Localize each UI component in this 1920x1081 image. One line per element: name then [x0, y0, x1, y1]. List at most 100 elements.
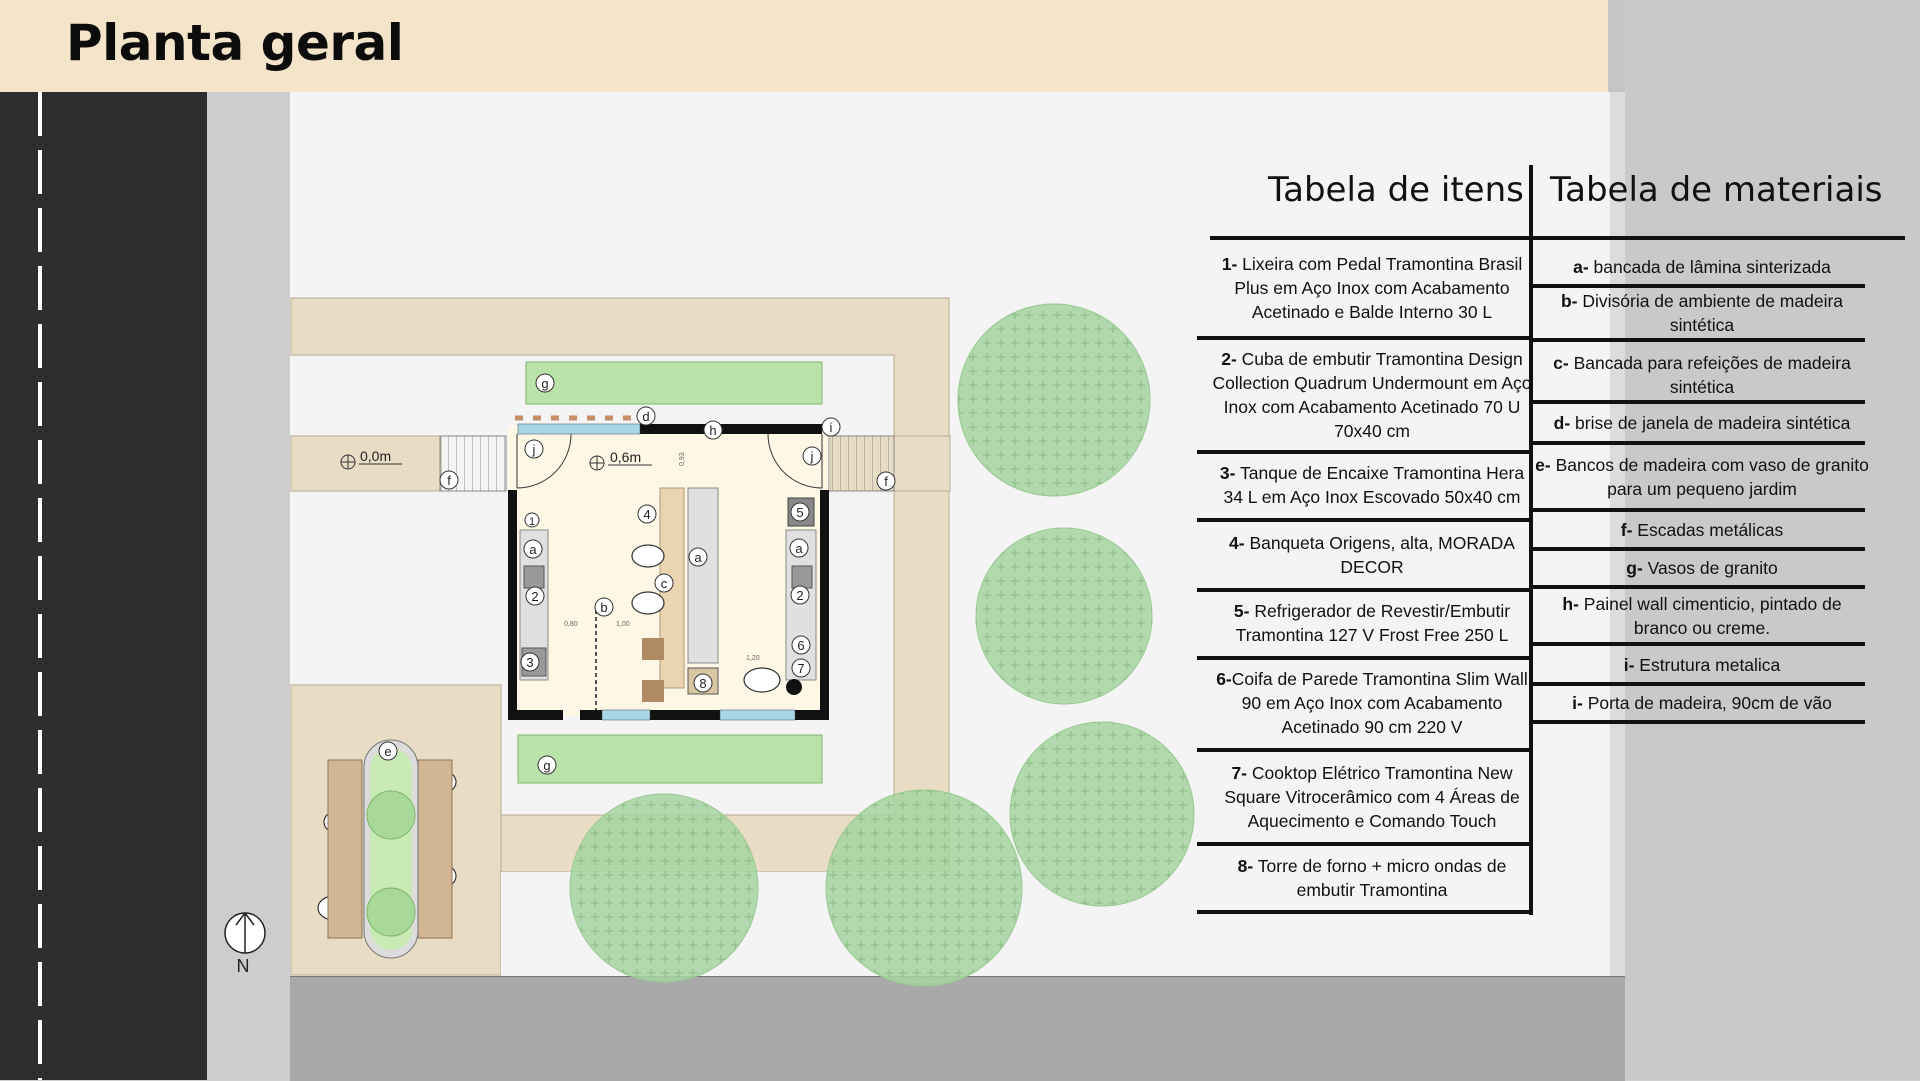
- material-text: Divisória de ambiente de madeira sintéti…: [1577, 291, 1844, 335]
- material-row: d- brise de janela de madeira sintética: [1534, 405, 1870, 441]
- stool-1: [642, 638, 664, 660]
- marker-f-left: f: [439, 470, 459, 490]
- marker-a-left: a: [523, 539, 543, 559]
- material-row: c- Bancada para refeições de madeira sin…: [1534, 350, 1870, 400]
- svg-text:4: 4: [643, 507, 650, 522]
- item-text: Lixeira com Pedal Tramontina Brasil Plus…: [1234, 254, 1523, 322]
- material-code: h-: [1562, 594, 1579, 614]
- svg-text:b: b: [600, 600, 607, 615]
- item-rule: [1197, 910, 1532, 914]
- stool-2: [642, 680, 664, 702]
- marker-2-right: 2: [790, 585, 810, 605]
- svg-text:7: 7: [797, 661, 804, 676]
- item-text: Cooktop Elétrico Tramontina New Square V…: [1224, 763, 1520, 831]
- marker-2-left: 2: [525, 586, 545, 606]
- svg-text:j: j: [532, 442, 536, 457]
- bench-right: [417, 759, 453, 939]
- planter-top: [525, 361, 823, 405]
- material-row: i- Porta de madeira, 90cm de vão: [1534, 686, 1870, 720]
- marker-i: i: [821, 417, 841, 437]
- item-text: Coifa de Parede Tramontina Slim Wall 90 …: [1231, 669, 1528, 737]
- svg-text:6: 6: [797, 638, 804, 653]
- item-row: 5- Refrigerador de Revestir/Embutir Tram…: [1212, 590, 1532, 656]
- item-code: 2-: [1221, 349, 1237, 369]
- item-text: Banqueta Origens, alta, MORADA DECOR: [1244, 533, 1515, 577]
- sink-left: [523, 565, 545, 589]
- material-rule: [1533, 338, 1865, 342]
- tree-3-texture: [1009, 721, 1195, 907]
- svg-text:c: c: [661, 576, 668, 591]
- item-row: 7- Cooktop Elétrico Tramontina New Squar…: [1212, 752, 1532, 842]
- material-code: g-: [1626, 558, 1643, 578]
- material-code: i-: [1572, 693, 1583, 713]
- material-rule: [1533, 508, 1865, 512]
- marker-8: 8: [693, 673, 713, 693]
- svg-text:e: e: [384, 744, 391, 759]
- material-code: b-: [1560, 291, 1578, 311]
- marker-b: b: [594, 597, 614, 617]
- material-row: f- Escadas metálicas: [1534, 513, 1870, 547]
- material-code: c-: [1553, 353, 1569, 373]
- material-text: Vasos de granito: [1642, 558, 1778, 578]
- marker-g-top: g: [535, 373, 555, 393]
- material-row: b- Divisória de ambiente de madeira sint…: [1534, 288, 1870, 338]
- sink-right: [791, 565, 813, 589]
- material-text: brise de janela de madeira sintética: [1570, 413, 1851, 433]
- svg-text:2: 2: [531, 589, 538, 604]
- svg-text:d: d: [642, 409, 649, 424]
- level-label-1: 0,0m: [360, 448, 391, 464]
- window-top: [517, 423, 641, 435]
- shrub-1: [366, 790, 416, 840]
- bench-left: [327, 759, 363, 939]
- marker-4: 4: [637, 504, 657, 524]
- item-row: 3- Tanque de Encaixe Tramontina Hera 34 …: [1212, 452, 1532, 518]
- north-label: N: [237, 956, 250, 976]
- item-code: 8-: [1237, 856, 1254, 876]
- material-row: a- bancada de lâmina sinterizada: [1534, 250, 1870, 284]
- item-row: 4- Banqueta Origens, alta, MORADA DECOR: [1212, 522, 1532, 588]
- item-row: 8- Torre de forno + micro ondas de embut…: [1212, 846, 1532, 910]
- material-rule: [1533, 400, 1865, 404]
- svg-text:g: g: [541, 376, 548, 391]
- marker-d: d: [636, 406, 656, 426]
- svg-text:a: a: [694, 550, 702, 565]
- material-rule: [1533, 642, 1865, 646]
- marker-h: h: [703, 420, 723, 440]
- center-island: [687, 487, 719, 664]
- marker-j-left: j: [524, 439, 544, 459]
- item-text: Cuba de embutir Tramontina Design Collec…: [1212, 349, 1532, 441]
- item-text: Tanque de Encaixe Tramontina Hera 34 L e…: [1223, 463, 1525, 507]
- marker-j-right: j: [802, 446, 822, 466]
- material-row: e- Bancos de madeira com vaso de granito…: [1534, 446, 1870, 508]
- cooktop-burner: [786, 679, 802, 695]
- planter-bottom: [517, 734, 823, 784]
- svg-text:2: 2: [796, 588, 803, 603]
- item-text: Torre de forno + micro ondas de embutir …: [1253, 856, 1507, 900]
- window-bottom-2: [719, 709, 796, 721]
- item-code: 6-: [1216, 669, 1232, 689]
- item-code: 7-: [1231, 763, 1247, 783]
- material-rule: [1533, 720, 1865, 724]
- marker-5: 5: [790, 502, 810, 522]
- svg-text:i: i: [830, 420, 833, 435]
- svg-text:j: j: [810, 449, 814, 464]
- marker-f-right: f: [876, 471, 896, 491]
- marker-3: 3: [520, 652, 540, 672]
- material-text: bancada de lâmina sinterizada: [1588, 257, 1831, 277]
- dim-1: 0,80: [564, 621, 578, 628]
- item-code: 1-: [1221, 254, 1238, 274]
- tree-4-texture: [825, 789, 1023, 987]
- marker-7: 7: [791, 658, 811, 678]
- item-code: 5-: [1233, 601, 1250, 621]
- shrub-2: [366, 887, 416, 937]
- dim-3: 1,20: [746, 655, 760, 662]
- material-text: Porta de madeira, 90cm de vão: [1582, 693, 1832, 713]
- tree-1-texture: [957, 303, 1151, 497]
- material-code: i-: [1623, 655, 1635, 675]
- svg-text:g: g: [543, 758, 550, 773]
- tree-5-texture: [569, 793, 759, 983]
- item-row: 2- Cuba de embutir Tramontina Design Col…: [1212, 340, 1532, 450]
- marker-6: 6: [791, 635, 811, 655]
- material-text: Painel wall cimenticio, pintado de branc…: [1578, 594, 1842, 638]
- material-row: h- Painel wall cimenticio, pintado de br…: [1534, 590, 1870, 642]
